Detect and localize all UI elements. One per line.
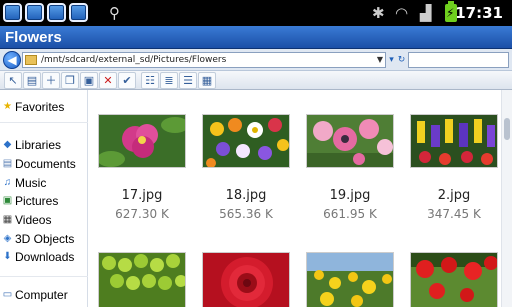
usb-icon: ⚲: [109, 4, 120, 22]
select-icon[interactable]: ↖: [4, 71, 22, 89]
toolbar: ↖ ▤ ＋ ❐ ▣ ✕ ✔ ☷ ≣ ☰ ▦: [0, 71, 512, 90]
window-icon[interactable]: [69, 3, 88, 22]
nav-divider: [0, 122, 88, 123]
bluetooth-icon: ✱: [372, 4, 385, 22]
folder-icon: [25, 55, 37, 65]
nav-label: Pictures: [15, 193, 59, 208]
thumbnails-view-icon[interactable]: ▦: [198, 71, 216, 89]
scrollbar-thumb[interactable]: [504, 118, 510, 140]
window-title: Flowers: [5, 29, 62, 46]
address-bar: ◀ /mnt/sdcard/external_sd/Pictures/Flowe…: [0, 49, 512, 71]
file-name: 18.jpg: [225, 188, 267, 203]
vertical-scrollbar[interactable]: [501, 90, 512, 307]
refresh-icon[interactable]: ↻: [396, 52, 407, 68]
status-bar: ⚲ ✱ ◠ ▟ ⚡ 17:31: [0, 0, 512, 26]
nav-item-3d-objects[interactable]: ◈ 3D Objects: [2, 230, 75, 247]
wifi-icon: ◠: [395, 4, 409, 22]
file-size: 565.36 K: [219, 207, 273, 221]
thumbnail-image: [202, 252, 290, 307]
music-icon: ♫: [3, 177, 12, 188]
address-path: /mnt/sdcard/external_sd/Pictures/Flowers: [41, 55, 227, 65]
window-icon[interactable]: [3, 3, 22, 22]
download-icon: ⬇: [3, 251, 12, 262]
thumbnail-image: [410, 252, 498, 307]
nav-item-music[interactable]: ♫ Music: [2, 174, 47, 191]
delete-icon[interactable]: ✕: [99, 71, 117, 89]
list-view-icon[interactable]: ≣: [160, 71, 178, 89]
copy-icon[interactable]: ❐: [61, 71, 79, 89]
window-icon[interactable]: [47, 3, 66, 22]
picture-icon: ▣: [2, 195, 13, 206]
file-name: 19.jpg: [329, 188, 371, 203]
thumbnail-image: [306, 252, 394, 307]
nav-item-documents[interactable]: ▤ Documents: [2, 155, 76, 172]
file-grid: 17.jpg 627.30 K 18.jpg 565.36 K 19.jpg 6…: [89, 90, 501, 307]
star-icon: ★: [3, 101, 12, 112]
nav-item-libraries[interactable]: ◆ Libraries: [2, 136, 61, 153]
thumbnail-image: [410, 114, 498, 168]
clock: 17:31: [455, 4, 503, 22]
file-name: 17.jpg: [121, 188, 163, 203]
nav-label: Documents: [15, 156, 76, 171]
nav-label: Music: [15, 175, 47, 190]
file-size: 661.95 K: [323, 207, 377, 221]
document-icon: ▤: [2, 158, 13, 169]
cube-icon: ◈: [3, 233, 12, 244]
nav-item-favorites[interactable]: ★ Favorites: [2, 98, 64, 115]
thumbnail-image: [202, 114, 290, 168]
nav-label: Libraries: [15, 137, 62, 152]
computer-icon: ▭: [2, 289, 13, 300]
file-size: 627.30 K: [115, 207, 169, 221]
nav-item-downloads[interactable]: ⬇ Downloads: [2, 248, 74, 265]
nav-item-computer[interactable]: ▭ Computer: [2, 286, 68, 303]
chevron-down-icon[interactable]: ▼: [377, 53, 383, 67]
paste-icon[interactable]: ▣: [80, 71, 98, 89]
add-icon[interactable]: ＋: [42, 71, 60, 89]
nav-label: Favorites: [15, 99, 65, 114]
nav-divider: [0, 276, 88, 277]
view-icon[interactable]: ☷: [141, 71, 159, 89]
thumbnail-image: [98, 252, 186, 307]
nav-item-videos[interactable]: ▦ Videos: [2, 211, 52, 228]
check-icon[interactable]: ✔: [118, 71, 136, 89]
libraries-icon: ◆: [3, 139, 12, 150]
thumbnail-image: [98, 114, 186, 168]
back-button[interactable]: ◀: [3, 51, 21, 69]
nav-label: 3D Objects: [15, 231, 75, 246]
nav-label: Videos: [15, 212, 52, 227]
video-icon: ▦: [2, 214, 13, 225]
search-input[interactable]: [408, 52, 509, 68]
window-icon[interactable]: [25, 3, 44, 22]
file-name: 2.jpg: [437, 188, 471, 203]
new-folder-icon[interactable]: ▤: [23, 71, 41, 89]
nav-item-pictures[interactable]: ▣ Pictures: [2, 192, 59, 209]
toolbar-separator: [137, 72, 140, 89]
details-view-icon[interactable]: ☰: [179, 71, 197, 89]
address-field[interactable]: /mnt/sdcard/external_sd/Pictures/Flowers…: [22, 52, 386, 68]
title-bar: Flowers: [0, 26, 512, 49]
nav-label: Downloads: [15, 249, 75, 264]
navigation-pane: ★ Favorites ◆ Libraries ▤ Documents ♫ Mu…: [0, 90, 88, 307]
nav-label: Computer: [15, 287, 68, 302]
file-size: 347.45 K: [427, 207, 481, 221]
thumbnail-image: [306, 114, 394, 168]
signal-icon: ▟: [420, 4, 432, 22]
window-switcher: [3, 3, 88, 22]
